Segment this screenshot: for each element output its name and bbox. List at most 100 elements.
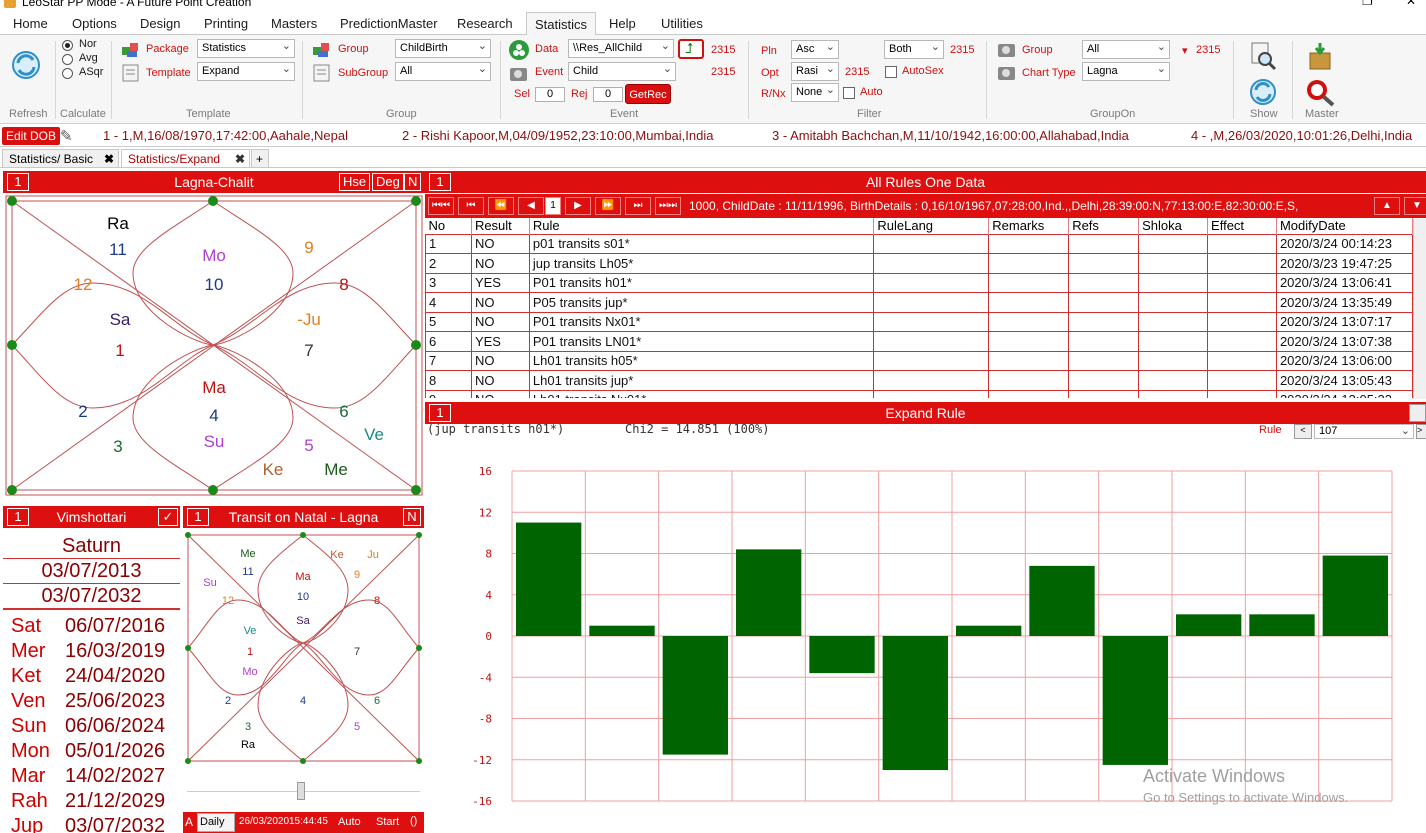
table-cell[interactable] xyxy=(988,253,1070,274)
table-cell[interactable]: NO xyxy=(470,350,530,371)
table-cell[interactable] xyxy=(873,292,990,313)
table-cell[interactable] xyxy=(873,389,990,398)
sel-input[interactable]: 0 xyxy=(535,87,565,102)
table-cell[interactable] xyxy=(1068,370,1140,391)
lagna-num-button[interactable]: 1 xyxy=(7,173,29,191)
rej-input[interactable]: 0 xyxy=(593,87,623,102)
table-cell[interactable]: Lh01 transits h05* xyxy=(528,350,875,371)
col-no[interactable]: No xyxy=(425,218,472,234)
data-upload-button[interactable]: ⮥ xyxy=(678,39,704,59)
radio-asqr[interactable] xyxy=(62,68,73,79)
bar-7[interactable] xyxy=(956,625,1022,636)
table-cell[interactable]: 2020/3/23 19:47:25 xyxy=(1275,253,1413,274)
table-row[interactable]: 7 NO Lh01 transits h05* 2020/3/24 13:06:00 xyxy=(425,350,1413,371)
expand-num-button[interactable]: 1 xyxy=(429,404,451,422)
pln-select[interactable]: Asc xyxy=(791,40,839,59)
master-box-icon[interactable] xyxy=(1305,41,1335,71)
table-row[interactable]: 1 NO p01 transits s01* 2020/3/24 00:14:23 xyxy=(425,233,1413,254)
subgroup-select[interactable]: All xyxy=(395,62,491,81)
autosex-checkbox[interactable] xyxy=(885,66,897,78)
rule-next-button[interactable]: > xyxy=(1416,424,1426,439)
close-icon[interactable]: ✖ xyxy=(104,152,114,166)
bar-11[interactable] xyxy=(1249,614,1315,636)
table-cell[interactable] xyxy=(873,311,990,332)
table-cell[interactable] xyxy=(988,370,1070,391)
table-cell[interactable]: NO xyxy=(470,253,530,274)
menu-home[interactable]: Home xyxy=(13,16,48,31)
table-row[interactable]: 8 NO Lh01 transits jup* 2020/3/24 13:05:43 xyxy=(425,370,1413,391)
table-cell[interactable] xyxy=(988,311,1070,332)
add-tab-button[interactable]: + xyxy=(251,149,269,168)
group-select[interactable]: ChildBirth xyxy=(395,39,491,58)
dob-item-3[interactable]: 3 - Amitabh Bachchan,M,11/10/1942,16:00:… xyxy=(772,128,1129,143)
transit-n-button[interactable]: N xyxy=(403,508,421,526)
table-cell[interactable]: P01 transits h01* xyxy=(528,272,875,293)
restore-icon[interactable]: ❐ xyxy=(1362,0,1373,8)
nav-rewind-icon[interactable]: ⏪ xyxy=(488,197,514,215)
col-remarks[interactable]: Remarks xyxy=(988,218,1070,234)
bar-4[interactable] xyxy=(736,549,802,636)
table-cell[interactable] xyxy=(1207,350,1277,371)
col-rule[interactable]: Rule xyxy=(529,218,875,234)
table-cell[interactable]: NO xyxy=(470,389,530,398)
rnx-select[interactable]: None xyxy=(791,83,839,102)
close-icon[interactable]: ✖ xyxy=(235,152,245,166)
table-cell[interactable] xyxy=(1138,331,1209,352)
table-cell[interactable] xyxy=(1207,292,1277,313)
table-cell[interactable] xyxy=(988,331,1070,352)
table-cell[interactable]: 2020/3/24 13:06:00 xyxy=(1275,350,1413,371)
table-cell[interactable] xyxy=(1068,389,1140,398)
table-cell[interactable] xyxy=(1068,311,1140,332)
vim-row[interactable]: Mar 14/02/2027 xyxy=(11,765,165,788)
vim-row[interactable]: Mer 16/03/2019 xyxy=(11,640,165,663)
table-cell[interactable] xyxy=(1068,253,1140,274)
vim-row[interactable]: Ven 25/06/2023 xyxy=(11,690,165,713)
transit-time[interactable]: 15:44:45 xyxy=(289,816,328,827)
table-cell[interactable] xyxy=(988,350,1070,371)
close-icon[interactable]: ✕ xyxy=(1406,0,1416,8)
show-refresh-icon[interactable] xyxy=(1247,77,1279,107)
table-cell[interactable] xyxy=(1138,370,1209,391)
table-cell[interactable] xyxy=(1138,272,1209,293)
table-cell[interactable]: 7 xyxy=(425,350,472,371)
table-cell[interactable]: 2020/3/24 13:07:17 xyxy=(1275,311,1413,332)
table-cell[interactable]: Lh01 transits jup* xyxy=(528,370,875,391)
table-cell[interactable]: 2020/3/24 00:14:23 xyxy=(1275,233,1413,254)
bar-9[interactable] xyxy=(1102,636,1168,765)
bar-2[interactable] xyxy=(589,625,655,636)
table-cell[interactable] xyxy=(873,331,990,352)
rules-scrollbar[interactable] xyxy=(1413,219,1426,399)
radio-avg[interactable] xyxy=(62,54,73,65)
table-cell[interactable] xyxy=(1207,389,1277,398)
menu-predictionmaster[interactable]: PredictionMaster xyxy=(340,16,438,31)
table-cell[interactable] xyxy=(1138,233,1209,254)
table-cell[interactable] xyxy=(1068,272,1140,293)
table-cell[interactable]: P05 transits jup* xyxy=(528,292,875,313)
menu-options[interactable]: Options xyxy=(72,16,117,31)
table-row[interactable]: 2 NO jup transits Lh05* 2020/3/23 19:47:25 xyxy=(425,253,1413,274)
table-cell[interactable] xyxy=(1068,292,1140,313)
table-cell[interactable]: 5 xyxy=(425,311,472,332)
table-cell[interactable]: NO xyxy=(470,370,530,391)
auto-checkbox[interactable] xyxy=(843,87,855,99)
table-cell[interactable]: P01 transits LN01* xyxy=(528,331,875,352)
vim-check-button[interactable]: ✓ xyxy=(158,508,178,526)
time-slider-handle[interactable] xyxy=(297,782,305,800)
nav-first-page-icon[interactable]: ⏮ xyxy=(458,197,484,215)
menu-statistics[interactable]: Statistics xyxy=(526,12,597,36)
charttype-select[interactable]: Lagna xyxy=(1082,62,1170,81)
nav-next-icon[interactable]: ▶ xyxy=(565,197,591,215)
deg-button[interactable]: Deg xyxy=(372,173,404,191)
transit-date[interactable]: 26/03/2020 xyxy=(239,816,289,827)
col-effect[interactable]: Effect xyxy=(1207,218,1277,234)
table-cell[interactable]: 2020/3/24 13:07:38 xyxy=(1275,331,1413,352)
table-cell[interactable] xyxy=(1138,311,1209,332)
table-cell[interactable]: NO xyxy=(470,233,530,254)
transit-num-button[interactable]: 1 xyxy=(187,508,209,526)
table-cell[interactable]: 2 xyxy=(425,253,472,274)
bar-6[interactable] xyxy=(882,636,948,771)
table-cell[interactable]: NO xyxy=(470,311,530,332)
groupon-group-select[interactable]: All xyxy=(1082,40,1170,59)
menu-utilities[interactable]: Utilities xyxy=(661,16,703,31)
table-cell[interactable] xyxy=(988,233,1070,254)
